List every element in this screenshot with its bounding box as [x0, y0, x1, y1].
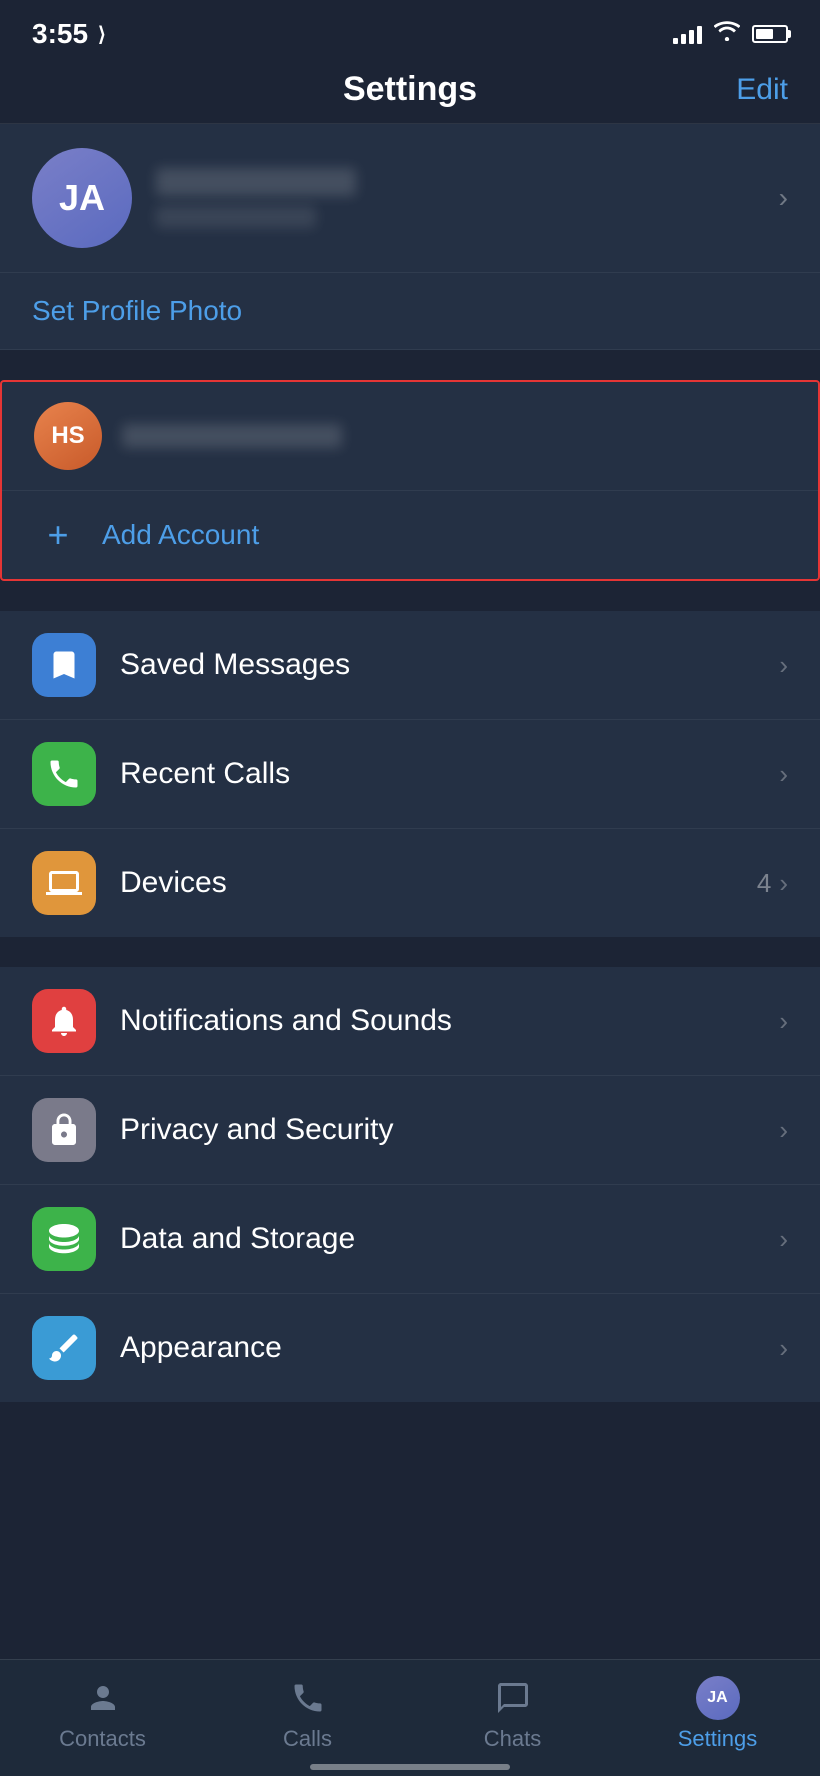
- chats-tab-icon: [491, 1676, 535, 1720]
- profile-phone-blurred: [156, 206, 316, 228]
- avatar: JA: [32, 148, 132, 248]
- location-icon: ⟩: [98, 22, 106, 47]
- profile-info: [156, 168, 763, 228]
- recent-calls-chevron-icon: ›: [779, 759, 788, 790]
- status-bar: 3:55 ⟩: [0, 0, 820, 60]
- section-gap-2: [0, 581, 820, 611]
- bell-icon: [46, 1003, 82, 1039]
- recent-calls-icon-wrap: [32, 742, 96, 806]
- devices-chevron-icon: ›: [779, 868, 788, 899]
- menu-item-recent-calls[interactable]: Recent Calls ›: [0, 720, 820, 829]
- settings-avatar: JA: [696, 1676, 740, 1720]
- add-account-label: Add Account: [102, 519, 259, 551]
- tab-contacts[interactable]: Contacts: [43, 1676, 163, 1752]
- data-label: Data and Storage: [120, 1222, 779, 1256]
- devices-icon-wrap: [32, 851, 96, 915]
- tab-chats[interactable]: Chats: [453, 1676, 573, 1752]
- set-profile-photo-section[interactable]: Set Profile Photo: [0, 273, 820, 350]
- menu-item-privacy[interactable]: Privacy and Security ›: [0, 1076, 820, 1185]
- wifi-icon: [714, 21, 740, 47]
- privacy-chevron-icon: ›: [779, 1115, 788, 1146]
- chats-tab-label: Chats: [484, 1726, 541, 1752]
- menu-item-notifications[interactable]: Notifications and Sounds ›: [0, 967, 820, 1076]
- menu-item-saved-messages[interactable]: Saved Messages ›: [0, 611, 820, 720]
- home-indicator: [310, 1764, 510, 1770]
- saved-messages-icon-wrap: [32, 633, 96, 697]
- privacy-label: Privacy and Security: [120, 1113, 779, 1147]
- profile-chevron-icon: ›: [779, 182, 788, 214]
- edit-button[interactable]: Edit: [736, 73, 788, 107]
- accounts-section: HS + Add Account: [0, 380, 820, 581]
- menu-section-2: Notifications and Sounds › Privacy and S…: [0, 967, 820, 1402]
- section-gap-1: [0, 350, 820, 380]
- battery-icon: [752, 25, 788, 43]
- devices-label: Devices: [120, 866, 757, 900]
- tab-bar: Contacts Calls Chats JA Settings: [0, 1659, 820, 1776]
- status-icons: [673, 21, 788, 47]
- settings-tab-icon: JA: [696, 1676, 740, 1720]
- lock-icon: [46, 1112, 82, 1148]
- saved-messages-label: Saved Messages: [120, 648, 779, 682]
- menu-item-devices[interactable]: Devices 4 ›: [0, 829, 820, 937]
- notifications-icon-wrap: [32, 989, 96, 1053]
- phone-icon: [46, 756, 82, 792]
- profile-name-blurred: [156, 168, 356, 196]
- menu-item-data[interactable]: Data and Storage ›: [0, 1185, 820, 1294]
- page-title: Settings: [343, 70, 477, 109]
- secondary-account-name-blurred: [122, 424, 342, 448]
- bookmark-icon: [46, 647, 82, 683]
- saved-messages-chevron-icon: ›: [779, 650, 788, 681]
- profile-section[interactable]: JA ›: [0, 124, 820, 273]
- menu-item-appearance[interactable]: Appearance ›: [0, 1294, 820, 1402]
- appearance-chevron-icon: ›: [779, 1333, 788, 1364]
- status-time: 3:55 ⟩: [32, 18, 106, 50]
- signal-icon: [673, 24, 702, 44]
- contacts-tab-label: Contacts: [59, 1726, 146, 1752]
- menu-section-1: Saved Messages › Recent Calls › Devices …: [0, 611, 820, 937]
- tab-calls[interactable]: Calls: [248, 1676, 368, 1752]
- set-profile-photo-button[interactable]: Set Profile Photo: [32, 295, 242, 326]
- contacts-tab-icon: [81, 1676, 125, 1720]
- appearance-icon-wrap: [32, 1316, 96, 1380]
- nav-bar: Settings Edit: [0, 60, 820, 124]
- laptop-icon: [46, 865, 82, 901]
- data-chevron-icon: ›: [779, 1224, 788, 1255]
- devices-badge: 4: [757, 868, 771, 899]
- calls-tab-label: Calls: [283, 1726, 332, 1752]
- appearance-label: Appearance: [120, 1331, 779, 1365]
- notifications-chevron-icon: ›: [779, 1006, 788, 1037]
- time-display: 3:55: [32, 18, 88, 50]
- recent-calls-label: Recent Calls: [120, 757, 779, 791]
- calls-tab-icon: [286, 1676, 330, 1720]
- secondary-account-item[interactable]: HS: [2, 382, 818, 491]
- notifications-label: Notifications and Sounds: [120, 1004, 779, 1038]
- add-account-item[interactable]: + Add Account: [2, 491, 818, 579]
- add-icon: +: [34, 511, 82, 559]
- settings-tab-label: Settings: [678, 1726, 758, 1752]
- section-gap-3: [0, 937, 820, 967]
- brush-icon: [46, 1330, 82, 1366]
- secondary-account-avatar: HS: [34, 402, 102, 470]
- privacy-icon-wrap: [32, 1098, 96, 1162]
- content-area: JA › Set Profile Photo HS + Add Account: [0, 124, 820, 1562]
- data-icon-wrap: [32, 1207, 96, 1271]
- storage-icon: [46, 1221, 82, 1257]
- tab-settings[interactable]: JA Settings: [658, 1676, 778, 1752]
